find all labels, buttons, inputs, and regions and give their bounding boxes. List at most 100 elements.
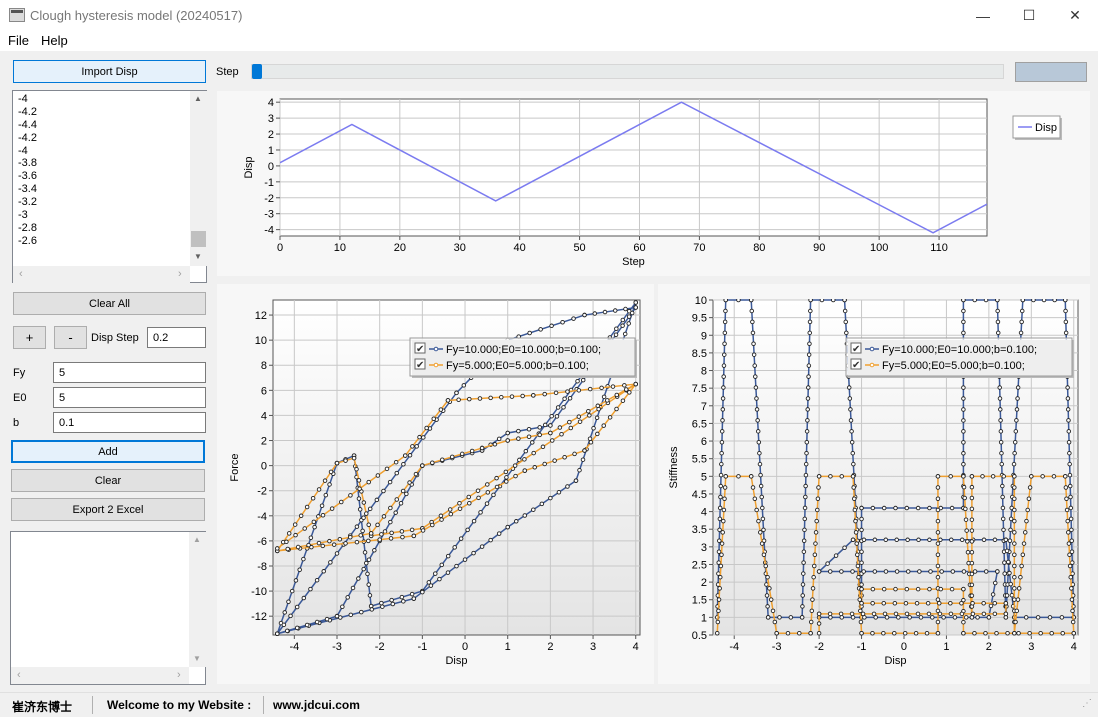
list-item[interactable]: -3.6 xyxy=(13,170,189,183)
list-item[interactable]: -3 xyxy=(13,209,189,222)
maximize-button[interactable]: ☐ xyxy=(1006,0,1052,31)
data-point xyxy=(439,517,444,522)
list-item[interactable]: -3.4 xyxy=(13,183,189,196)
export-excel-button[interactable]: Export 2 Excel xyxy=(11,498,205,521)
data-point xyxy=(881,505,887,511)
data-point xyxy=(756,440,762,445)
output-horizontal-scrollbar[interactable]: ‹ › xyxy=(11,667,189,684)
list-item[interactable]: -4.4 xyxy=(13,119,189,132)
data-point xyxy=(935,530,941,535)
data-point xyxy=(972,299,977,303)
disp-step-field[interactable]: 0.2 xyxy=(147,327,206,348)
add-button[interactable]: Add xyxy=(11,440,205,463)
data-point xyxy=(565,484,570,489)
data-point xyxy=(381,514,387,519)
x-tick-label: 60 xyxy=(633,242,645,254)
data-point xyxy=(716,597,722,602)
data-point xyxy=(859,601,864,606)
data-point xyxy=(803,483,808,489)
scroll-left-icon[interactable]: ‹ xyxy=(17,669,21,681)
data-point xyxy=(825,561,830,566)
horizontal-scrollbar[interactable]: ‹ › xyxy=(13,266,190,283)
data-point xyxy=(949,537,954,543)
menu-help[interactable]: Help xyxy=(41,33,68,48)
step-slider-thumb[interactable] xyxy=(252,64,262,79)
data-point xyxy=(758,472,763,478)
minus-button[interactable]: - xyxy=(54,326,87,349)
data-point xyxy=(811,574,816,580)
list-item[interactable]: -4 xyxy=(13,145,189,158)
menu-file[interactable]: File xyxy=(8,33,29,48)
website-link[interactable]: www.jdcui.com xyxy=(273,698,360,712)
resize-grip-icon[interactable]: ⋰ xyxy=(1082,698,1092,709)
data-point xyxy=(854,541,859,546)
data-point xyxy=(861,537,867,543)
e0-field[interactable]: 5 xyxy=(53,387,206,408)
data-point xyxy=(1023,530,1028,535)
data-point xyxy=(334,551,340,556)
vertical-scrollbar[interactable]: ▲ ▼ xyxy=(190,91,207,266)
data-point xyxy=(620,398,626,403)
scroll-left-icon[interactable]: ‹ xyxy=(19,268,23,280)
list-item[interactable]: -3.8 xyxy=(13,157,189,170)
data-point xyxy=(812,552,818,558)
list-item[interactable]: -4.2 xyxy=(13,132,189,145)
data-point xyxy=(1067,563,1073,569)
data-point xyxy=(1069,597,1075,602)
scroll-down-icon[interactable]: ▼ xyxy=(193,654,201,663)
data-point xyxy=(992,611,998,617)
scroll-right-icon[interactable]: › xyxy=(177,669,181,681)
b-field[interactable]: 0.1 xyxy=(53,412,206,433)
scroll-up-icon[interactable]: ▲ xyxy=(194,94,202,103)
data-point xyxy=(401,461,406,467)
data-point xyxy=(314,619,320,625)
list-item[interactable]: -2.8 xyxy=(13,222,189,235)
data-point xyxy=(860,611,866,617)
y-tick-label: 2 xyxy=(261,436,267,448)
list-item[interactable]: -4 xyxy=(13,93,189,106)
scroll-up-icon[interactable]: ▲ xyxy=(193,535,201,544)
data-point xyxy=(520,393,525,399)
list-item[interactable]: -4.2 xyxy=(13,106,189,119)
data-point xyxy=(595,403,601,409)
data-point xyxy=(553,390,559,396)
clear-all-button[interactable]: Clear All xyxy=(13,292,206,315)
data-point xyxy=(760,516,766,522)
data-point xyxy=(512,463,518,468)
minimize-button[interactable]: — xyxy=(960,0,1006,31)
clear-button[interactable]: Clear xyxy=(11,469,205,492)
output-listbox[interactable]: ▲ ▼ ‹ › xyxy=(10,531,206,685)
data-point xyxy=(800,593,805,598)
data-point xyxy=(969,528,975,533)
fy-field[interactable]: 5 xyxy=(53,362,206,383)
scroll-right-icon[interactable]: › xyxy=(178,268,182,280)
plus-button[interactable]: + xyxy=(13,326,46,349)
output-vertical-scrollbar[interactable]: ▲ ▼ xyxy=(189,532,206,667)
data-point xyxy=(448,511,454,517)
y-tick-label: 8 xyxy=(261,360,267,372)
list-item[interactable]: -3.2 xyxy=(13,196,189,209)
scroll-down-icon[interactable]: ▼ xyxy=(194,252,202,261)
data-point xyxy=(320,513,326,518)
data-point xyxy=(454,390,459,396)
list-item[interactable]: -2.6 xyxy=(13,235,189,248)
data-point xyxy=(752,363,757,368)
close-button[interactable]: ✕ xyxy=(1052,0,1098,31)
data-point xyxy=(961,569,967,574)
data-point xyxy=(714,630,720,636)
b-label: b xyxy=(13,417,20,429)
data-point xyxy=(948,601,953,606)
disp-listbox[interactable]: -4 -4.2 -4.4 -4.2 -4 -3.8 -3.6 -3.4 -3.2 -3 -2.8 -2… xyxy=(12,90,207,283)
y-tick-label: 8 xyxy=(701,366,707,378)
data-point xyxy=(833,553,839,558)
y-tick-label: 9.5 xyxy=(692,313,707,325)
scroll-thumb[interactable] xyxy=(191,231,206,247)
import-disp-button[interactable]: Import Disp xyxy=(13,60,206,83)
data-point xyxy=(914,601,920,606)
data-point xyxy=(858,608,863,614)
step-slider[interactable] xyxy=(251,64,1004,79)
data-point xyxy=(354,539,360,545)
data-point xyxy=(1064,507,1070,513)
data-point xyxy=(456,397,461,402)
data-point xyxy=(948,611,954,617)
